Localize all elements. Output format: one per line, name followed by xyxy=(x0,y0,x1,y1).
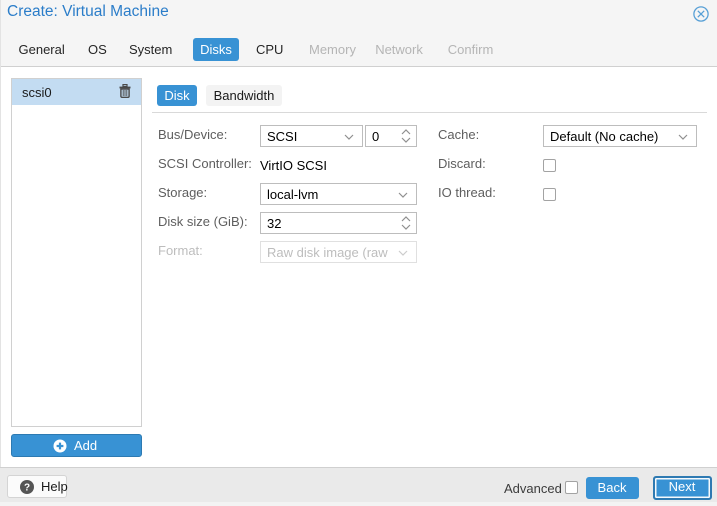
svg-text:?: ? xyxy=(24,483,30,494)
